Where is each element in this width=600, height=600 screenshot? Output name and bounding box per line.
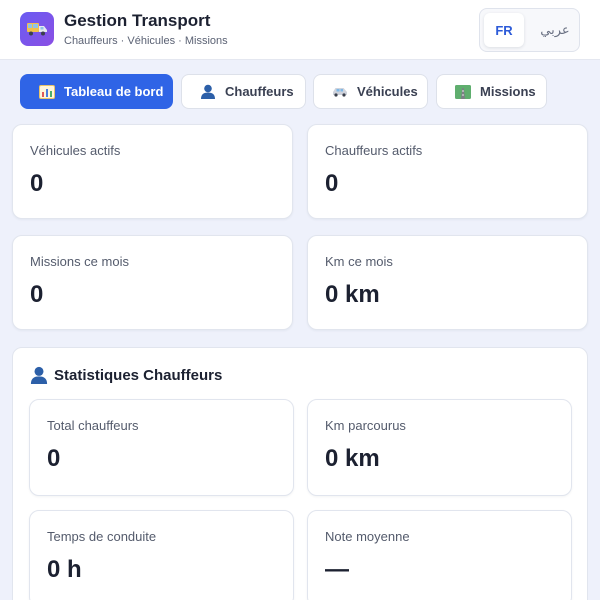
- driver-stat-total: Total chauffeurs 0: [29, 399, 294, 496]
- driver-stat-average-rating: Note moyenne —: [307, 510, 572, 600]
- user-icon: [30, 366, 48, 384]
- section-title-label: Statistiques Chauffeurs: [54, 366, 223, 384]
- tab-dashboard-label: Tableau de bord: [64, 84, 164, 99]
- stat-label: Missions ce mois: [30, 254, 129, 269]
- lang-ar-button[interactable]: عربي: [534, 13, 576, 47]
- app-header: Gestion Transport Chauffeurs · Véhicules…: [0, 0, 600, 60]
- stat-label: Note moyenne: [325, 529, 410, 544]
- route-icon: [454, 84, 472, 99]
- stat-value: 0: [325, 170, 339, 197]
- tab-drivers-label: Chauffeurs: [225, 84, 294, 99]
- user-icon: [199, 84, 217, 99]
- stat-card-active-vehicles: Véhicules actifs 0: [12, 124, 293, 219]
- stat-value: —: [325, 556, 349, 583]
- tab-drivers[interactable]: Chauffeurs: [181, 74, 306, 109]
- stat-label: Total chauffeurs: [47, 418, 139, 433]
- lang-fr-button[interactable]: FR: [484, 13, 524, 47]
- stat-value: 0: [30, 170, 44, 197]
- stat-label: Temps de conduite: [47, 529, 157, 544]
- stat-label: Chauffeurs actifs: [325, 143, 423, 158]
- bar-chart-icon: [38, 84, 56, 99]
- stat-value: 0 h: [47, 556, 82, 583]
- tab-vehicles-label: Véhicules: [357, 84, 418, 99]
- app-title: Gestion Transport: [64, 11, 211, 30]
- stat-card-km-month: Km ce mois 0 km: [307, 235, 588, 330]
- app-root: Gestion Transport Chauffeurs · Véhicules…: [0, 0, 600, 600]
- stat-value: 0: [47, 445, 61, 472]
- stat-value: 0 km: [325, 445, 380, 472]
- drivers-stats-section: Statistiques Chauffeurs Total chauffeurs…: [12, 347, 588, 600]
- stat-value: 0 km: [325, 281, 380, 308]
- driver-stat-driving-time: Temps de conduite 0 h: [29, 510, 294, 600]
- driver-stat-km: Km parcourus 0 km: [307, 399, 572, 496]
- truck-icon: [20, 12, 54, 46]
- stat-label: Km parcourus: [325, 418, 406, 433]
- stat-card-active-drivers: Chauffeurs actifs 0: [307, 124, 588, 219]
- tab-missions[interactable]: Missions: [436, 74, 547, 109]
- stat-label: Véhicules actifs: [30, 143, 121, 158]
- stat-label: Km ce mois: [325, 254, 393, 269]
- stat-card-missions-month: Missions ce mois 0: [12, 235, 293, 330]
- tab-missions-label: Missions: [480, 84, 536, 99]
- stat-value: 0: [30, 281, 44, 308]
- app-subtitle: Chauffeurs · Véhicules · Missions: [64, 35, 228, 47]
- tab-dashboard[interactable]: Tableau de bord: [20, 74, 173, 109]
- tab-vehicles[interactable]: Véhicules: [313, 74, 428, 109]
- language-switcher: FR عربي: [479, 8, 580, 52]
- car-icon: [331, 85, 349, 99]
- section-title: Statistiques Chauffeurs: [30, 366, 222, 384]
